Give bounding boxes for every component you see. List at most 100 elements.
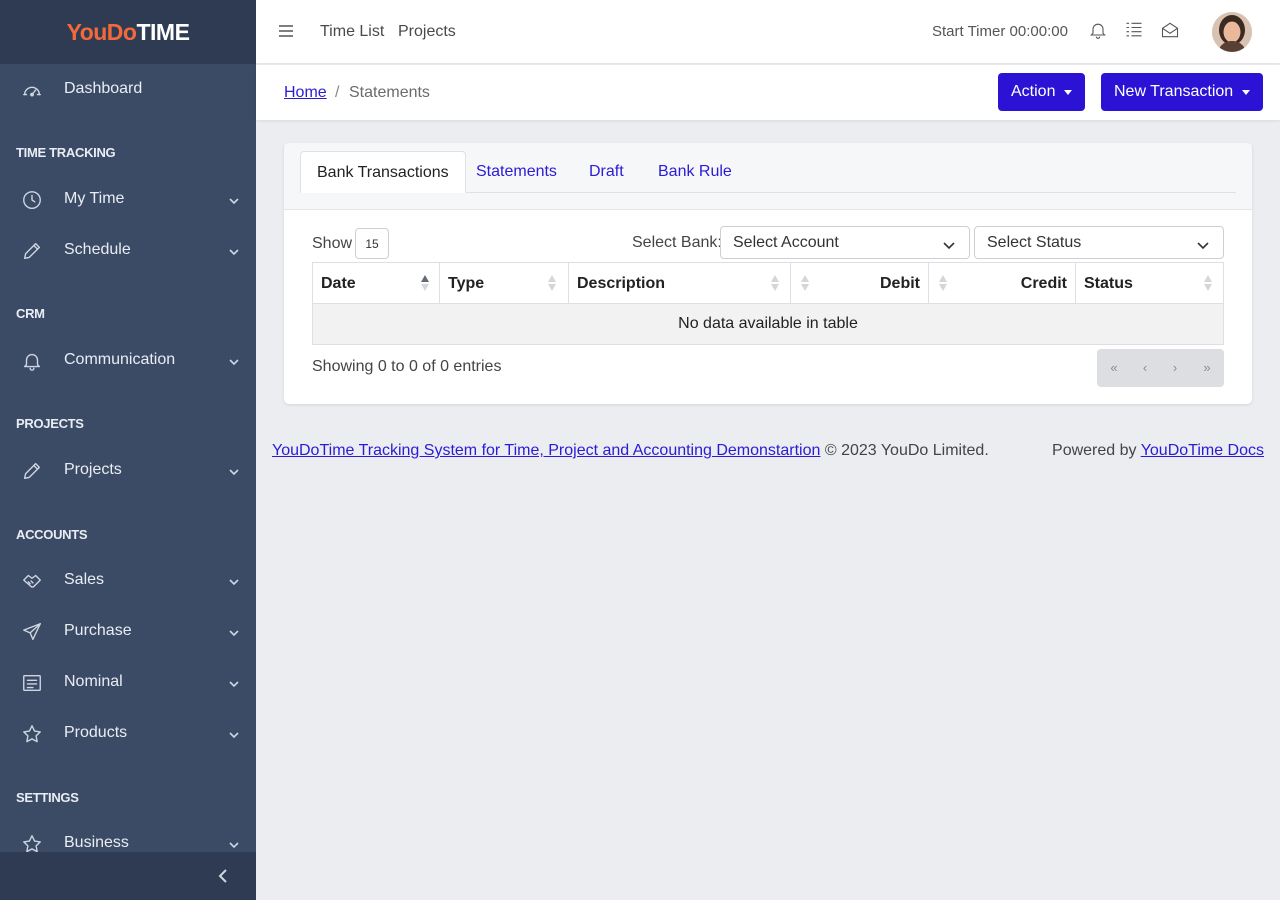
collapse-sidebar-chevron-left-icon[interactable] (216, 868, 230, 884)
sidebar-item-label: Dashboard (64, 80, 143, 97)
table-empty-row: No data available in table (313, 304, 1223, 344)
bell-icon (21, 350, 43, 372)
sidebar-item-label: Business (64, 834, 129, 851)
sidebar-item-communication[interactable]: Communication (0, 341, 256, 381)
user-avatar[interactable] (1212, 12, 1252, 52)
sort-ascending-icon (421, 275, 429, 291)
chevron-down-icon (228, 245, 240, 257)
tab-bank-rule[interactable]: Bank Rule (642, 151, 748, 193)
table-info: Showing 0 to 0 of 0 entries (312, 358, 502, 375)
sidebar-item-my-time[interactable]: My Time (0, 180, 256, 220)
chevron-down-icon (228, 838, 240, 850)
top-link-projects[interactable]: Projects (398, 23, 456, 41)
pagination-last-button[interactable]: » (1200, 360, 1214, 375)
column-header-type[interactable]: Type (440, 263, 569, 304)
footer-right: Powered by YouDoTime Docs (1052, 442, 1264, 460)
column-header-description[interactable]: Description (569, 263, 791, 304)
card-header: Bank Transactions Statements Draft Bank … (284, 143, 1252, 210)
breadcrumb-home-link[interactable]: Home (284, 84, 327, 102)
brand-logo-part1: YouDo (66, 18, 137, 45)
tab-statements[interactable]: Statements (460, 151, 573, 193)
transactions-card: Bank Transactions Statements Draft Bank … (284, 143, 1252, 404)
select-account-value: Select Account (733, 234, 839, 251)
hamburger-menu-icon[interactable] (278, 23, 294, 39)
timer-label: Start Timer (932, 23, 1006, 40)
select-status-value: Select Status (987, 234, 1082, 251)
action-button-label: Action (1011, 83, 1056, 100)
section-title-accounts: ACCOUNTS (16, 527, 88, 542)
tab-bank-transactions[interactable]: Bank Transactions (300, 151, 466, 193)
chevron-down-icon (228, 677, 240, 689)
show-entries-select[interactable]: 15 (355, 228, 389, 259)
pagination: « ‹ › » (1097, 349, 1224, 387)
footer-demo-link[interactable]: YouDoTime Tracking System for Time, Proj… (272, 442, 820, 459)
breadcrumb-current: Statements (349, 84, 430, 101)
chevron-down-icon (228, 728, 240, 740)
notification-bell-icon[interactable] (1088, 20, 1108, 40)
breadcrumb-bar: Home / Statements Action New Transaction (256, 65, 1280, 120)
top-bar: Time List Projects Start Timer 00:00:00 (256, 0, 1280, 64)
chevron-down-icon (1197, 238, 1209, 250)
sort-icon (771, 275, 779, 291)
sidebar-item-schedule[interactable]: Schedule (0, 231, 256, 271)
footer-docs-link[interactable]: YouDoTime Docs (1141, 442, 1264, 459)
sidebar-item-projects[interactable]: Projects (0, 451, 256, 491)
start-timer[interactable]: Start Timer 00:00:00 (932, 23, 1068, 40)
column-header-label: Description (577, 275, 666, 292)
brand-logo[interactable]: YouDo TIME (0, 0, 256, 64)
sidebar-item-nominal[interactable]: Nominal (0, 663, 256, 703)
sidebar-item-label: My Time (64, 190, 125, 207)
sort-icon (548, 275, 556, 291)
column-header-credit[interactable]: Credit (929, 263, 1076, 304)
column-header-debit[interactable]: Debit (791, 263, 929, 304)
sidebar-item-purchase[interactable]: Purchase (0, 612, 256, 652)
clock-icon (21, 189, 43, 211)
footer-copyright: © 2023 YouDo Limited. (824, 442, 989, 459)
list-icon (21, 672, 43, 694)
pagination-next-button[interactable]: › (1168, 360, 1182, 375)
envelope-open-icon[interactable] (1160, 20, 1180, 40)
new-transaction-button-label: New Transaction (1114, 83, 1234, 100)
select-bank-label: Select Bank: (632, 234, 722, 251)
action-dropdown-button[interactable]: Action (998, 73, 1086, 111)
select-status-dropdown[interactable]: Select Status (974, 226, 1224, 259)
column-header-status[interactable]: Status (1076, 263, 1223, 304)
select-account-dropdown[interactable]: Select Account (720, 226, 970, 259)
footer-left: YouDoTime Tracking System for Time, Proj… (272, 442, 989, 460)
sidebar-item-dashboard[interactable]: Dashboard (0, 70, 256, 110)
sidebar-item-label: Communication (64, 351, 176, 368)
sort-icon (1204, 275, 1212, 291)
timer-value: 00:00:00 (1009, 23, 1068, 40)
pencil-icon (21, 240, 43, 262)
chevron-down-icon (943, 238, 955, 250)
tab-draft[interactable]: Draft (573, 151, 640, 193)
top-link-time-list[interactable]: Time List (320, 23, 384, 41)
new-transaction-dropdown-button[interactable]: New Transaction (1101, 73, 1264, 111)
sidebar-item-label: Projects (64, 461, 122, 478)
transactions-table: Date Type Description Debit Credit Statu… (312, 262, 1224, 345)
column-header-label: Credit (1020, 275, 1067, 292)
sidebar-item-label: Products (64, 724, 128, 741)
brand-logo-part2: TIME (136, 18, 190, 45)
sidebar-item-label: Purchase (64, 622, 132, 639)
pagination-first-button[interactable]: « (1107, 360, 1121, 375)
breadcrumb-separator: / (335, 84, 340, 101)
sort-icon (939, 275, 947, 291)
chevron-down-icon (228, 575, 240, 587)
sidebar-item-products[interactable]: Products (0, 714, 256, 754)
chevron-down-icon (228, 626, 240, 638)
sidebar-item-sales[interactable]: Sales (0, 561, 256, 601)
caret-down-icon (1064, 89, 1073, 95)
chevron-down-icon (228, 194, 240, 206)
chevron-down-icon (228, 465, 240, 477)
task-list-icon[interactable] (1124, 20, 1144, 40)
section-title-settings: SETTINGS (16, 790, 79, 805)
pagination-previous-button[interactable]: ‹ (1138, 360, 1152, 375)
footer-powered-by: Powered by (1052, 442, 1137, 459)
sidebar-footer (0, 852, 256, 900)
sidebar-item-label: Schedule (64, 241, 131, 258)
handshake-icon (21, 570, 43, 592)
caret-down-icon (1242, 89, 1251, 95)
column-header-label: Debit (880, 275, 920, 292)
column-header-date[interactable]: Date (313, 263, 440, 304)
